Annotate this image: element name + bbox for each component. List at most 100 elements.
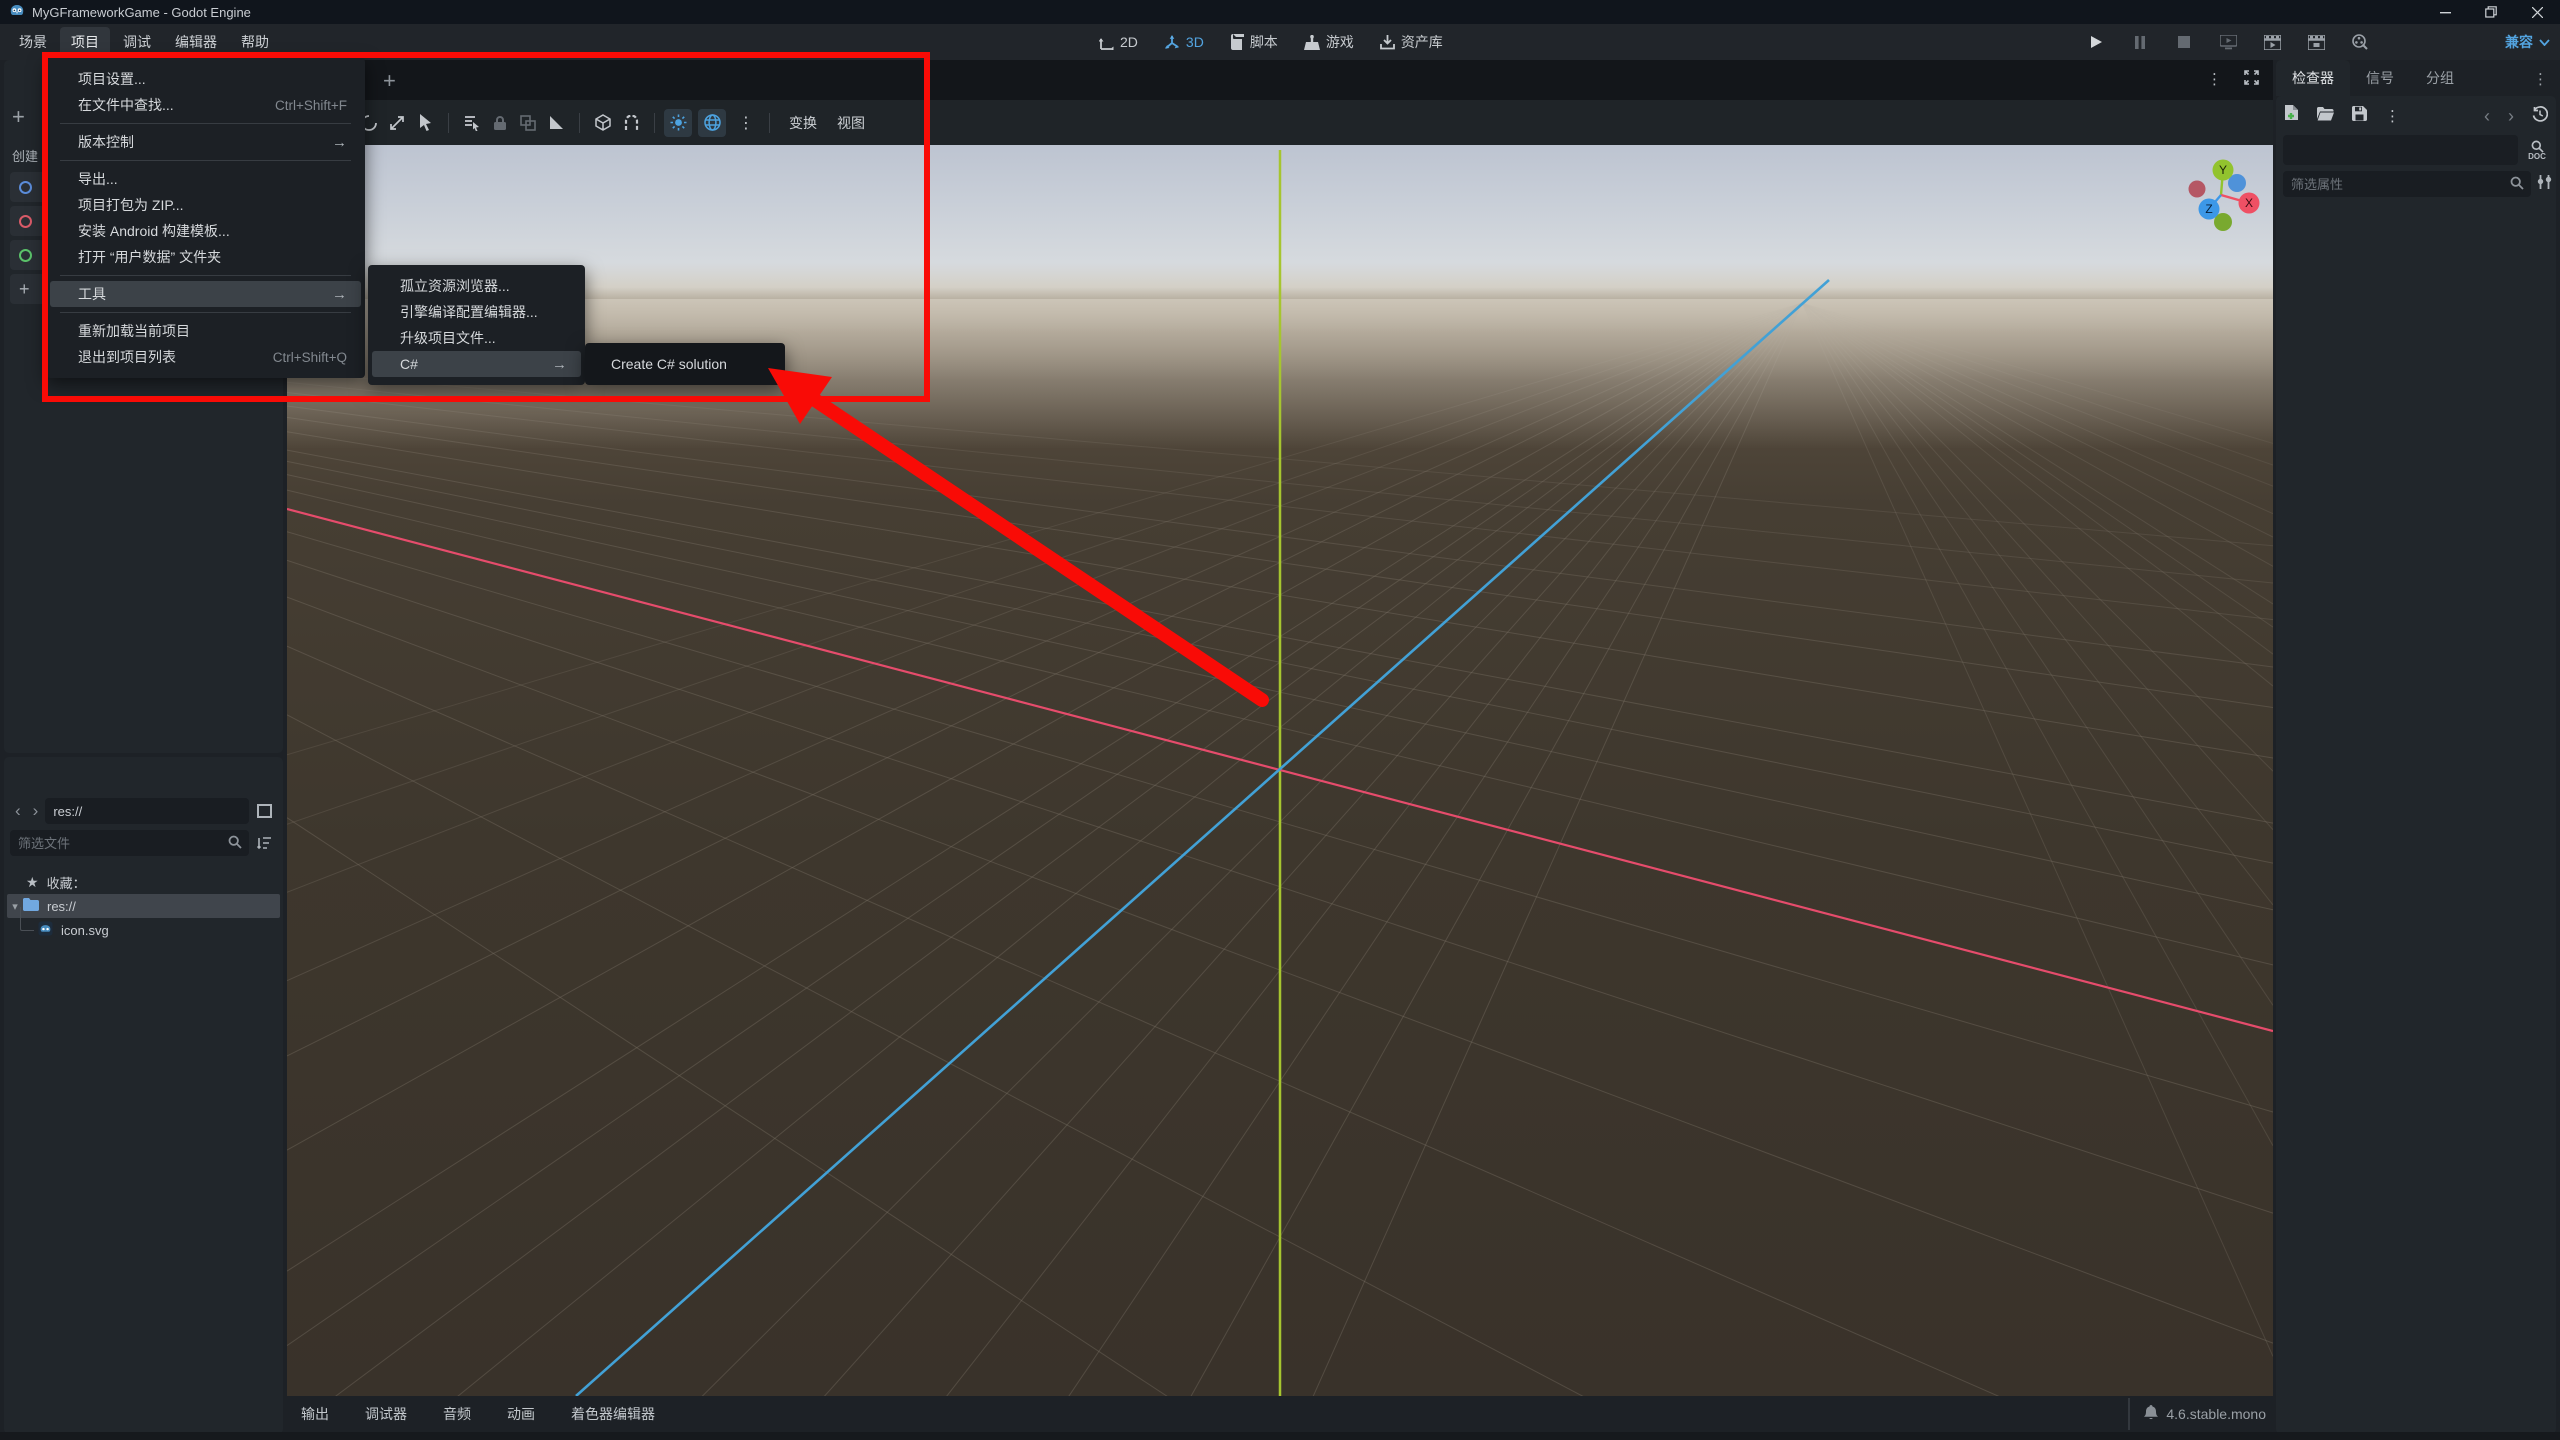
window-bottom-edge [0, 1432, 2560, 1440]
stop-button[interactable] [2170, 28, 2198, 56]
inspector-dock-tabs: 检查器 信号 分组 ⋮ [2276, 60, 2560, 96]
view-gizmo[interactable]: Y X Z [2188, 159, 2260, 232]
load-resource-icon[interactable] [2317, 106, 2334, 126]
workspace-游戏[interactable]: 游戏 [1298, 28, 1360, 56]
2d-scene-icon [19, 180, 32, 194]
bottom-tab-输出[interactable]: 输出 [287, 1398, 343, 1430]
annotation-rectangle [42, 52, 930, 402]
fs-path-input[interactable] [45, 798, 249, 824]
grid-line [1068, 302, 1803, 1396]
titlebar: MyGFrameworkGame - Godot Engine [0, 0, 2560, 24]
scene-tabs-menu-icon[interactable]: ⋮ [2207, 70, 2222, 90]
movie-maker-button[interactable] [2346, 28, 2374, 56]
fs-sort-icon[interactable] [251, 830, 277, 856]
renderer-label: 兼容 [2505, 34, 2533, 50]
godot-editor-window: MyGFrameworkGame - Godot Engine 场景 项目 调试 编辑… [0, 0, 2560, 1440]
grid-line [287, 302, 1803, 1347]
grid-line [1190, 302, 1803, 1396]
svg-text:Z: Z [2205, 202, 2212, 216]
workspace-switcher: 2D 3D 脚本 游戏 资产库 [1093, 24, 1449, 60]
workspace-2D[interactable]: 2D [1093, 30, 1144, 54]
tab-分组[interactable]: 分组 [2410, 60, 2470, 96]
bottom-tab-动画[interactable]: 动画 [493, 1398, 549, 1430]
workspace-3D[interactable]: 3D [1158, 30, 1210, 54]
pause-button[interactable] [2126, 28, 2154, 56]
version-label[interactable]: 4.6.stable.mono [2166, 1406, 2266, 1422]
bottom-tab-音频[interactable]: 音频 [429, 1398, 485, 1430]
tab-检查器[interactable]: 检查器 [2276, 60, 2350, 96]
object-history-icon[interactable] [2532, 105, 2549, 127]
play-custom-scene-button[interactable] [2302, 28, 2330, 56]
history-forward-icon[interactable]: › [2508, 106, 2514, 127]
grid-line [1312, 302, 1803, 1396]
resource-extra-menu-icon[interactable]: ⋮ [2385, 107, 2400, 125]
object-name-field[interactable] [2283, 135, 2518, 165]
doc-search-button[interactable]: DOC [2522, 135, 2552, 165]
grid-line [457, 302, 1803, 1396]
distraction-free-icon[interactable] [2244, 70, 2259, 90]
assetlib-icon [1379, 34, 1395, 50]
play-button[interactable] [2082, 28, 2110, 56]
workspace-脚本[interactable]: 脚本 [1224, 28, 1284, 56]
filesystem-tree: ★ 收藏： ▾ res:// icon.svg [4, 870, 283, 942]
grid-line [701, 302, 1803, 1396]
favorites-row: ★ 收藏： [4, 870, 283, 894]
godot-logo-icon [9, 2, 25, 23]
workspace-3d-icon [1164, 34, 1180, 50]
fs-file-row[interactable]: icon.svg [4, 907, 283, 942]
notification-bell-icon[interactable] [2144, 1405, 2159, 1423]
create-root-label: 创建 [12, 149, 39, 164]
workspace-2d-icon [1099, 35, 1114, 50]
script-icon [1230, 34, 1244, 50]
ui-scene-icon [19, 248, 32, 262]
fs-root-row[interactable]: ▾ res:// [7, 894, 280, 918]
inspector-dock: ⋮ ‹ › DOC [2276, 96, 2556, 1434]
save-icon[interactable] [2352, 106, 2367, 126]
fs-root-label: res:// [47, 898, 76, 914]
filesystem-body: ‹ › ★ 收藏： ▾ res:// [4, 793, 283, 942]
game-icon [1303, 34, 1320, 50]
play-scene-button[interactable] [2258, 28, 2286, 56]
grid-line [823, 302, 1803, 1396]
fs-filter-input[interactable] [10, 830, 249, 856]
grid-line [335, 302, 1803, 1396]
workspace-资产库[interactable]: 资产库 [1374, 28, 1449, 56]
tab-信号[interactable]: 信号 [2350, 60, 2410, 96]
playtest-bar [2082, 24, 2374, 60]
bottom-tab-调试器[interactable]: 调试器 [351, 1398, 421, 1430]
3d-scene-icon [19, 214, 32, 228]
play-remote-button[interactable] [2214, 28, 2242, 56]
workspace-label: 游戏 [1325, 34, 1354, 50]
property-tools-icon[interactable] [2537, 174, 2552, 195]
add-node-icon[interactable]: + [12, 106, 25, 128]
workspace-label: 资产库 [1400, 34, 1443, 50]
new-resource-icon[interactable] [2284, 105, 2299, 127]
fs-back-icon[interactable]: ‹ [10, 801, 26, 821]
search-icon [228, 835, 242, 854]
close-button[interactable] [2514, 0, 2560, 24]
bottom-tab-着色器编辑器[interactable]: 着色器编辑器 [557, 1398, 669, 1430]
doc-label: DOC [2528, 152, 2546, 161]
fs-file-label: icon.svg [61, 922, 109, 938]
grid-line [1801, 302, 2273, 1357]
restore-button[interactable] [2468, 0, 2514, 24]
property-filter-input[interactable] [2283, 171, 2531, 197]
star-icon: ★ [26, 873, 39, 890]
workspace-label: 脚本 [1249, 34, 1278, 50]
workspace-label: 2D [1120, 34, 1138, 50]
minimize-button[interactable] [2422, 0, 2468, 24]
grid-line [946, 302, 1803, 1396]
godot-file-icon [38, 921, 53, 939]
fs-split-view-icon[interactable] [251, 798, 277, 824]
version-area: 4.6.stable.mono [2128, 1398, 2266, 1430]
chevron-down-icon [2539, 38, 2550, 46]
favorites-label: 收藏： [46, 875, 86, 891]
renderer-selector[interactable]: 兼容 [2505, 24, 2550, 60]
svg-text:Y: Y [2219, 163, 2227, 177]
history-back-icon[interactable]: ‹ [2484, 106, 2490, 127]
inspector-dock-menu-icon[interactable]: ⋮ [2533, 70, 2548, 88]
search-icon [2510, 176, 2524, 195]
svg-text:X: X [2245, 196, 2253, 210]
fs-forward-icon[interactable]: › [28, 801, 44, 821]
workspace-label: 3D [1185, 34, 1204, 50]
